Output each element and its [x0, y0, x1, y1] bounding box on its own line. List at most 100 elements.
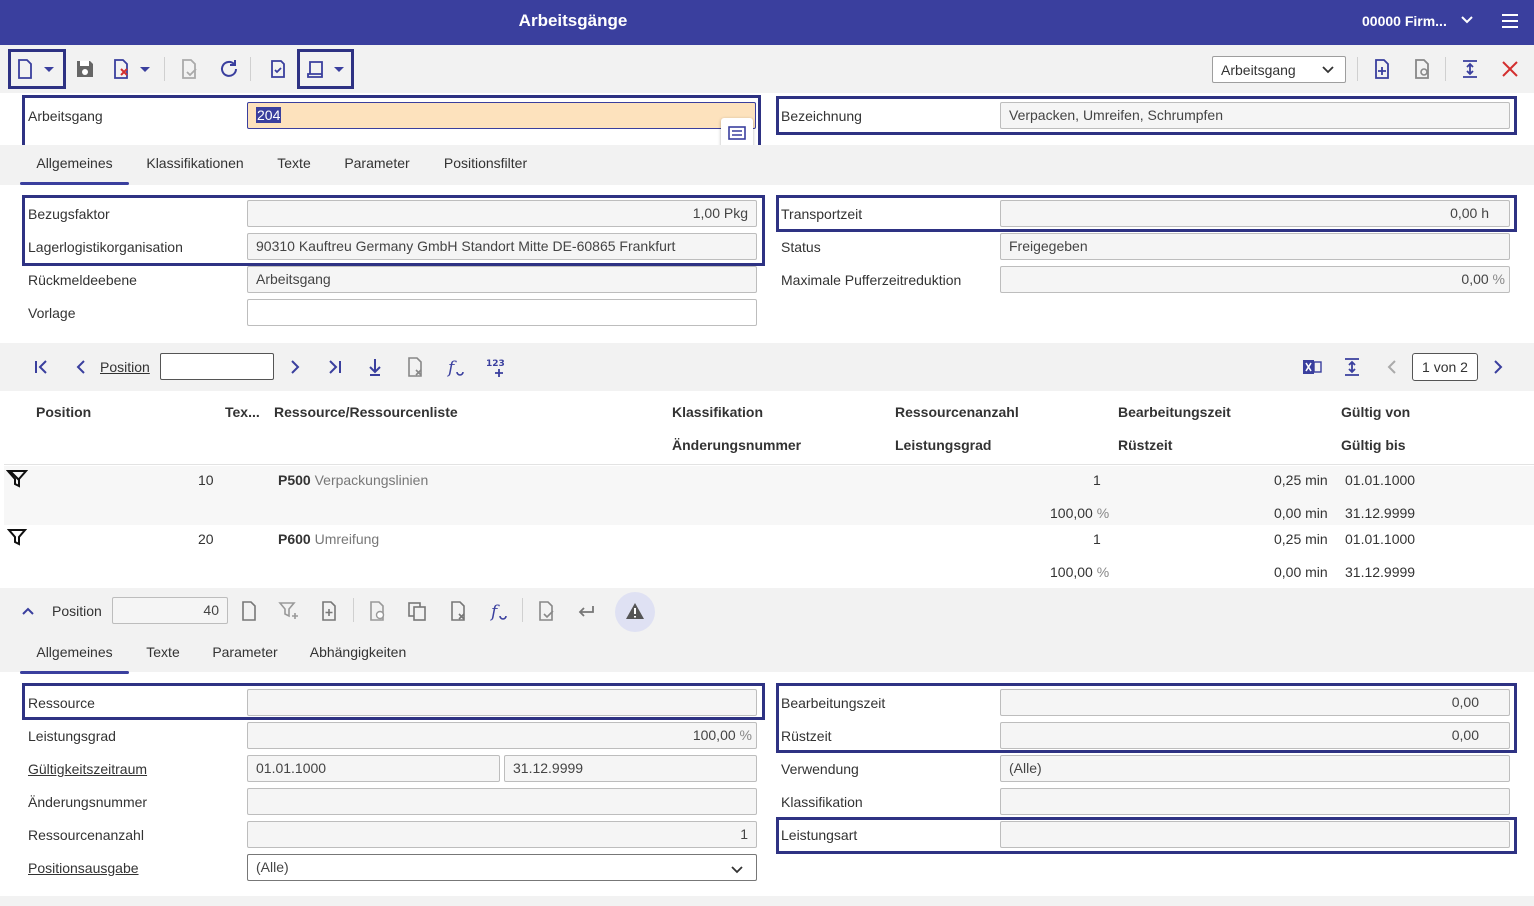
last-page-icon[interactable] — [320, 352, 350, 382]
rueckmeldeebene-label: Rückmeldeebene — [28, 272, 137, 288]
ressource-input[interactable] — [247, 689, 757, 716]
menu-icon[interactable] — [1501, 13, 1519, 32]
delete-document-icon[interactable] — [106, 54, 136, 84]
aenderungsnummer-input[interactable] — [247, 788, 757, 815]
filter-add-icon[interactable] — [274, 596, 304, 626]
search-document-icon[interactable] — [1407, 54, 1437, 84]
bezugsfaktor-label: Bezugsfaktor — [28, 206, 110, 222]
print-icon[interactable] — [300, 54, 330, 84]
add-document-icon[interactable] — [1367, 54, 1397, 84]
print-dropdown-icon[interactable] — [328, 54, 350, 84]
col-position[interactable]: Position — [36, 404, 91, 420]
new-dropdown-icon[interactable] — [38, 54, 60, 84]
document-clock-icon[interactable] — [362, 596, 392, 626]
next-icon[interactable] — [280, 352, 310, 382]
col-gueltig-von[interactable]: Gültig von — [1341, 404, 1410, 420]
tab-positionsfilter[interactable]: Positionsfilter — [433, 145, 538, 183]
positionsausgabe-value: (Alle) — [256, 859, 289, 875]
pufferzeit-label: Maximale Pufferzeitreduktion — [781, 272, 962, 288]
klassifikation-input[interactable] — [1000, 788, 1510, 815]
vorlage-input[interactable] — [247, 299, 757, 326]
leistungsgrad-input[interactable]: 100,00 % — [247, 722, 757, 749]
gueltig-to-input[interactable]: 31.12.9999 — [504, 755, 757, 782]
row-position: 20 — [198, 531, 214, 547]
detail-tab-parameter[interactable]: Parameter — [204, 634, 286, 672]
return-icon[interactable] — [571, 596, 601, 626]
bezeichnung-input[interactable]: Verpacken, Umreifen, Schrumpfen — [1000, 102, 1510, 129]
transportzeit-input[interactable]: 0,00 h — [1000, 200, 1510, 227]
col-aenderungsnummer[interactable]: Änderungsnummer — [672, 437, 801, 453]
add-position-icon[interactable] — [314, 596, 344, 626]
tab-klassifikationen[interactable]: Klassifikationen — [140, 145, 250, 183]
company-selector[interactable]: 00000 Firm... — [1362, 0, 1447, 42]
copy-icon[interactable] — [402, 596, 432, 626]
delete-position-icon[interactable] — [443, 596, 473, 626]
previous-page-icon[interactable] — [1377, 352, 1407, 382]
detail-tab-allgemeines[interactable]: Allgemeines — [20, 634, 129, 674]
detail-tab-texte[interactable]: Texte — [140, 634, 186, 672]
new-position-icon[interactable] — [234, 596, 264, 626]
chevron-up-icon[interactable] — [20, 604, 36, 623]
svg-text:f: f — [489, 602, 500, 622]
filter-active-icon[interactable] — [5, 469, 29, 492]
positionsausgabe-select[interactable]: (Alle) — [247, 854, 757, 881]
previous-icon[interactable] — [66, 352, 96, 382]
detail-panel-header: Position 40 f Allgemeines Texte Paramete… — [0, 588, 1534, 674]
check-document-icon[interactable] — [174, 54, 204, 84]
col-leistungsgrad[interactable]: Leistungsgrad — [895, 437, 991, 453]
delete-row-icon[interactable] — [400, 352, 430, 382]
bearbeitungszeit-input[interactable]: 0,00 — [1000, 689, 1510, 716]
tab-texte[interactable]: Texte — [266, 145, 322, 183]
view-select[interactable]: Arbeitsgang — [1212, 56, 1346, 83]
filter-icon[interactable] — [6, 528, 28, 551]
gueltig-from-input[interactable]: 01.01.1000 — [247, 755, 500, 782]
detail-position-input[interactable]: 40 — [112, 597, 228, 624]
new-document-icon[interactable] — [10, 54, 40, 84]
tab-parameter[interactable]: Parameter — [336, 145, 418, 183]
table-row[interactable]: 10 P500 Verpackungslinien 1 0,25 min 01.… — [4, 466, 1534, 525]
col-ruestzeit[interactable]: Rüstzeit — [1118, 437, 1172, 453]
documents-icon[interactable] — [262, 54, 292, 84]
lager-input[interactable]: 90310 Kauftreu Germany GmbH Standort Mit… — [247, 233, 757, 260]
function-icon[interactable]: f — [484, 596, 514, 626]
rueckmeldeebene-input[interactable]: Arbeitsgang — [247, 266, 757, 293]
next-page-icon[interactable] — [1483, 352, 1513, 382]
ruestzeit-input[interactable]: 0,00 — [1000, 722, 1510, 749]
expand-vertical-icon[interactable] — [1455, 54, 1485, 84]
tab-allgemeines[interactable]: Allgemeines — [20, 145, 129, 185]
delete-dropdown-icon[interactable] — [134, 54, 156, 84]
chevron-down-icon[interactable] — [1460, 13, 1474, 30]
ressourcenanzahl-input[interactable]: 1 — [247, 821, 757, 848]
col-ressource[interactable]: Ressource/Ressourcenliste — [274, 404, 458, 420]
chevron-down-icon — [730, 860, 744, 880]
verwendung-input[interactable]: (Alle) — [1000, 755, 1510, 782]
page-indicator[interactable]: 1 von 2 — [1412, 353, 1478, 381]
first-page-icon[interactable] — [26, 352, 56, 382]
status-input[interactable]: Freigegeben — [1000, 233, 1510, 260]
arbeitsgang-input[interactable]: 204 — [247, 102, 756, 129]
position-nav-input[interactable] — [160, 353, 274, 380]
check-position-icon[interactable] — [531, 596, 561, 626]
close-icon[interactable] — [1495, 54, 1525, 84]
refresh-icon[interactable] — [214, 54, 244, 84]
col-text[interactable]: Tex... — [225, 404, 260, 420]
warning-button[interactable] — [615, 592, 655, 632]
leistungsart-input[interactable] — [1000, 821, 1510, 848]
col-klassifikation[interactable]: Klassifikation — [672, 404, 763, 420]
expand-rows-icon[interactable] — [1337, 352, 1367, 382]
col-bearbeitungszeit[interactable]: Bearbeitungszeit — [1118, 404, 1231, 420]
pufferzeit-input[interactable]: 0,00 % — [1000, 266, 1510, 293]
excel-icon[interactable] — [1297, 352, 1327, 382]
save-icon[interactable] — [70, 54, 100, 84]
bezeichnung-label: Bezeichnung — [781, 108, 862, 124]
col-gueltig-bis[interactable]: Gültig bis — [1341, 437, 1406, 453]
function-icon[interactable]: f — [441, 352, 471, 382]
numbering-icon[interactable]: 123 — [481, 352, 511, 382]
col-ressourcenanzahl[interactable]: Ressourcenanzahl — [895, 404, 1019, 420]
table-row[interactable]: 20 P600 Umreifung 1 0,25 min 01.01.1000 … — [4, 525, 1534, 584]
list-picker-icon[interactable] — [721, 118, 753, 148]
detail-tab-abhaengigkeiten[interactable]: Abhängigkeiten — [302, 634, 414, 672]
app-header: Arbeitsgänge 00000 Firm... — [0, 0, 1534, 45]
bezugsfaktor-input[interactable]: 1,00 Pkg — [247, 200, 757, 227]
download-icon[interactable] — [360, 352, 390, 382]
